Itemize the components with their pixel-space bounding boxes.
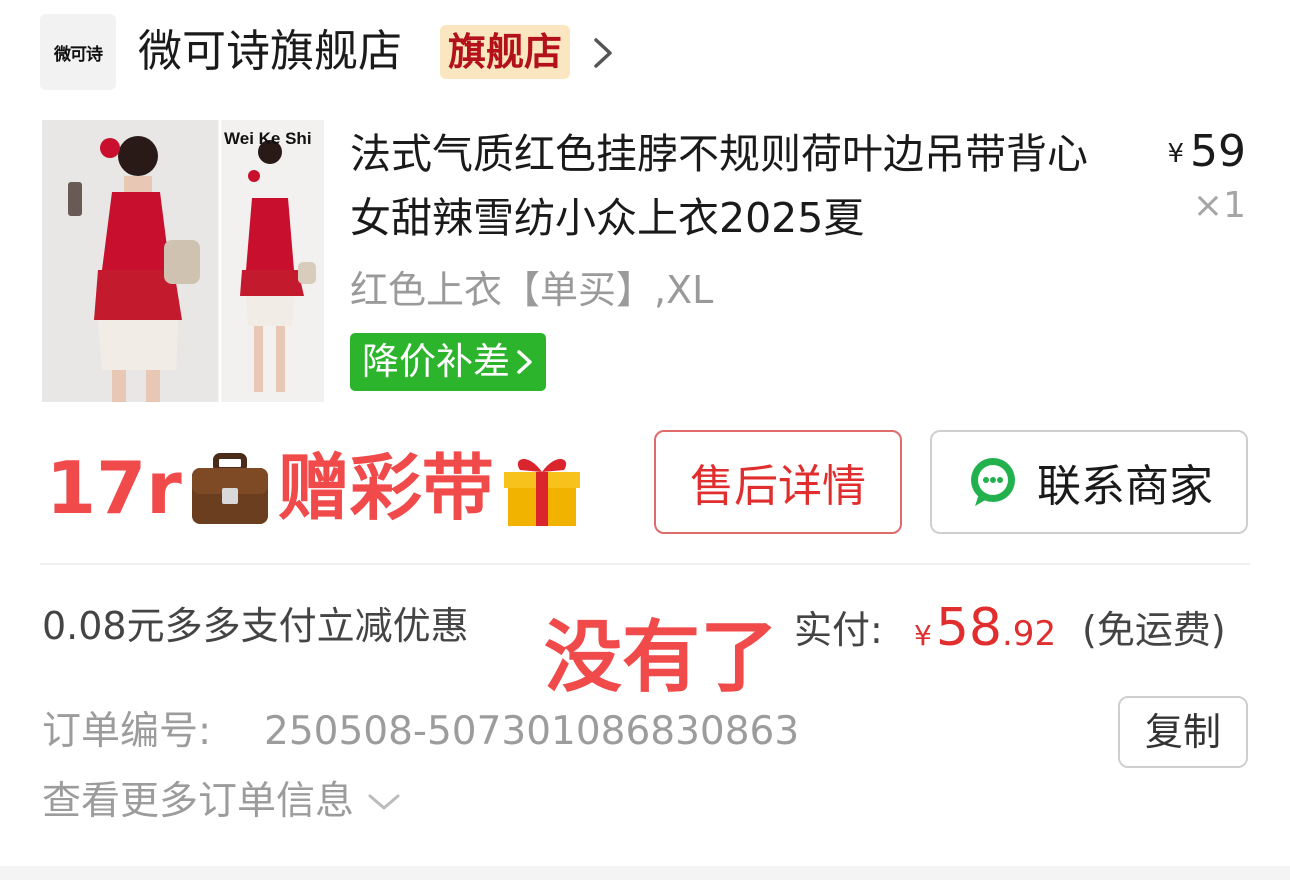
overlay-note-suffix: 赠彩带 xyxy=(277,446,494,530)
shipping-note: (免运费) xyxy=(1082,608,1226,652)
price-value: 59 xyxy=(1190,126,1246,177)
order-card: 微可诗 微可诗旗舰店 旗舰店 Wei Ke Shi 法式气质红色挂脖不规则荷叶边… xyxy=(0,0,1290,866)
price-currency: ¥ xyxy=(1167,139,1184,169)
more-order-info-toggle[interactable]: 查看更多订单信息 xyxy=(42,774,402,830)
overlay-note: 17r 赠彩带 xyxy=(46,440,590,536)
more-order-info-label: 查看更多订单信息 xyxy=(42,779,355,824)
divider xyxy=(40,563,1250,565)
chat-bubble-icon xyxy=(971,458,1015,506)
product-price: ¥59 xyxy=(1167,124,1246,182)
after-sale-button[interactable]: 售后详情 xyxy=(654,430,902,534)
copy-button[interactable]: 复制 xyxy=(1118,696,1248,768)
product-photo-illustration: Wei Ke Shi xyxy=(42,120,324,402)
sold-out-overlay: 没有了 xyxy=(544,613,779,703)
paid-currency: ¥ xyxy=(914,619,932,652)
overlay-note-prefix: 17r xyxy=(46,446,182,530)
price-protection-label: 降价补差 xyxy=(362,340,510,383)
paid-amount-decimal: .92 xyxy=(1002,614,1057,654)
chevron-right-icon xyxy=(517,350,532,374)
discount-text: 0.08元多多支付立减优惠 xyxy=(42,604,469,648)
after-sale-label: 售后详情 xyxy=(690,461,866,512)
product-title[interactable]: 法式气质红色挂脖不规则荷叶边吊带背心女甜辣雪纺小众上衣2025夏 xyxy=(350,122,1110,250)
contact-merchant-button[interactable]: 联系商家 xyxy=(930,430,1248,534)
brand-watermark: Wei Ke Shi xyxy=(224,129,312,148)
paid-amount: ¥58.92 xyxy=(914,596,1056,672)
gift-emoji-icon xyxy=(503,458,580,526)
flagship-badge: 旗舰店 xyxy=(440,25,571,79)
order-number-label: 订单编号: xyxy=(42,709,212,754)
briefcase-emoji-icon xyxy=(191,453,268,524)
contact-merchant-label: 联系商家 xyxy=(1037,461,1213,512)
product-thumbnail[interactable]: Wei Ke Shi xyxy=(42,120,324,402)
paid-amount-integer: 58 xyxy=(935,598,1002,658)
store-name[interactable]: 微可诗旗舰店 xyxy=(138,22,402,82)
order-number: 250508-507301086830863 xyxy=(264,709,800,754)
chevron-right-icon[interactable] xyxy=(590,36,616,70)
product-spec: 红色上衣【单买】,XL xyxy=(350,268,714,312)
store-logo[interactable]: 微可诗 xyxy=(40,14,116,90)
price-protection-button[interactable]: 降价补差 xyxy=(350,333,546,391)
chevron-down-icon xyxy=(368,794,400,810)
paid-label: 实付: xyxy=(794,608,883,652)
product-quantity: ×1 xyxy=(1192,185,1246,226)
